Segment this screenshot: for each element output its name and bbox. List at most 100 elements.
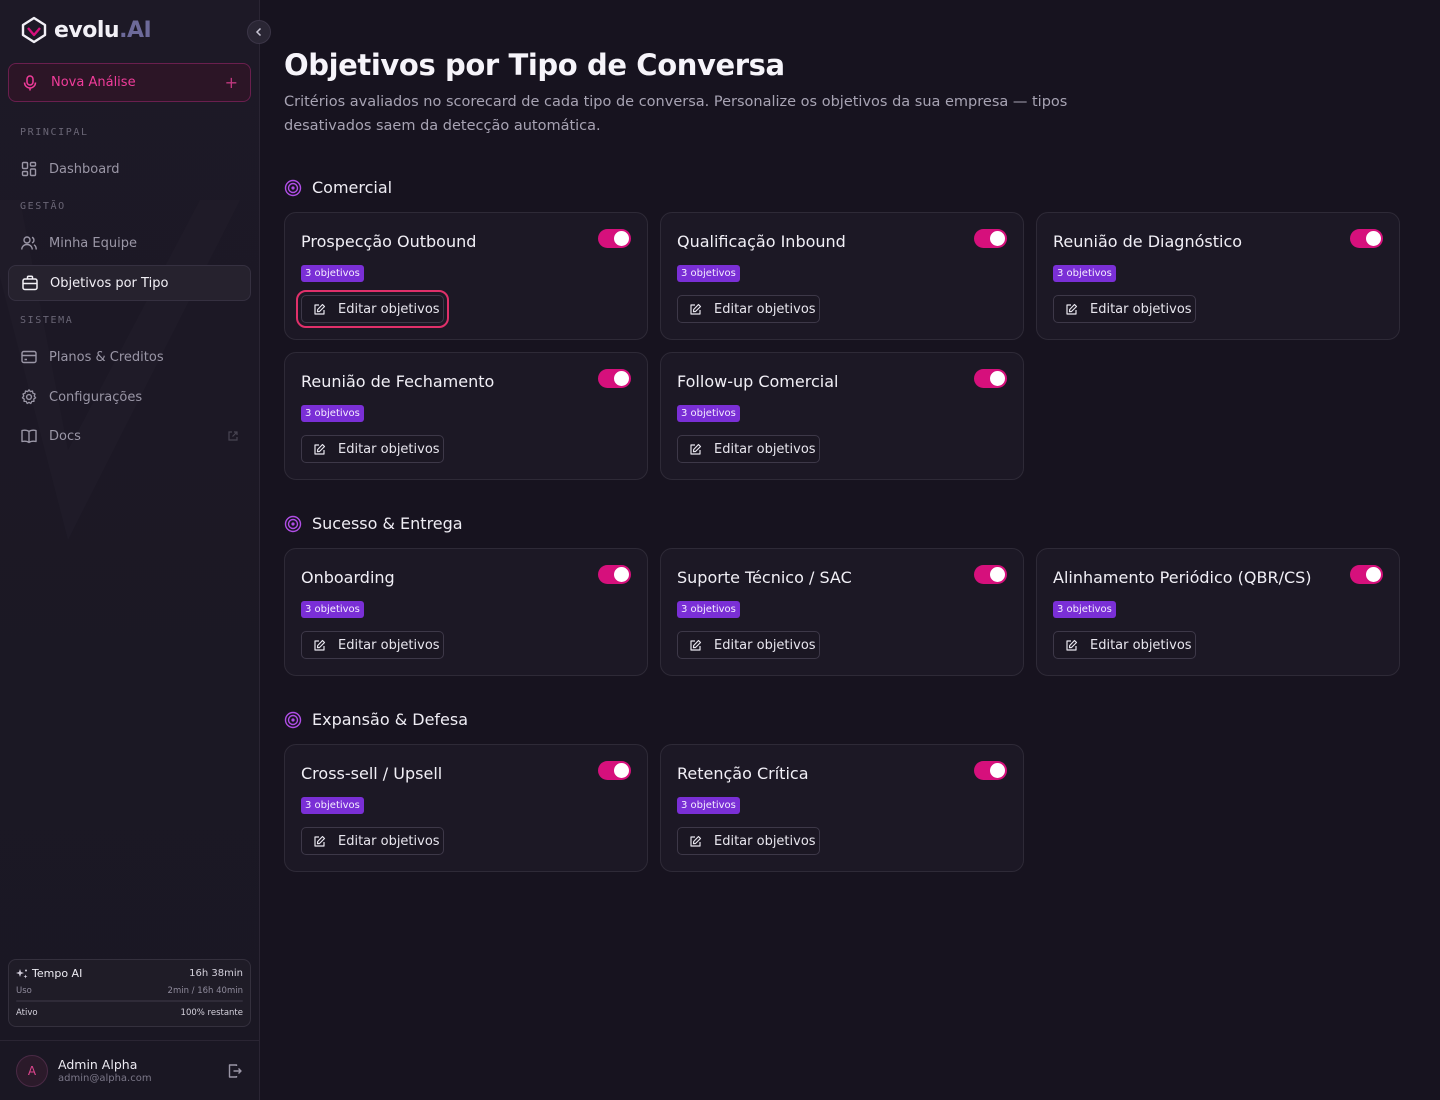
sidebar-item-minha-equipe[interactable]: Minha Equipe	[8, 225, 251, 261]
plus-icon: +	[224, 73, 238, 92]
credit-card-icon	[21, 350, 37, 364]
new-analysis-button[interactable]: Nova Análise +	[8, 63, 251, 102]
enable-toggle[interactable]	[974, 369, 1007, 388]
card-title: Reunião de Diagnóstico	[1053, 232, 1243, 251]
tempo-ativo-label: Ativo	[16, 1008, 38, 1018]
sidebar-item-label: Configurações	[49, 389, 143, 405]
group-title-expansao-defesa: Expansão & Defesa	[284, 710, 468, 729]
sidebar-item-configuracoes[interactable]: Configurações	[8, 379, 251, 415]
section-label-principal: PRINCIPAL	[20, 127, 89, 138]
sidebar-item-dashboard[interactable]: Dashboard	[8, 151, 251, 187]
page-title: Objetivos por Tipo de Conversa	[284, 48, 785, 82]
sidebar-item-label: Minha Equipe	[49, 235, 137, 251]
enable-toggle[interactable]	[598, 761, 631, 780]
enable-toggle[interactable]	[1350, 229, 1383, 248]
edit-objectives-button[interactable]: Editar objetivos	[301, 435, 444, 463]
edit-objectives-button[interactable]: Editar objetivos	[296, 290, 449, 328]
sidebar-item-objetivos-por-tipo[interactable]: Objetivos por Tipo	[8, 265, 251, 301]
brand-name: evolu.AI	[54, 17, 152, 43]
edit-objectives-button[interactable]: Editar objetivos	[677, 295, 820, 323]
book-icon	[21, 429, 37, 444]
card-title: Cross-sell / Upsell	[301, 764, 443, 783]
tempo-usage-bar	[16, 1000, 243, 1002]
edit-objectives-button[interactable]: Editar objetivos	[1053, 631, 1196, 659]
sidebar-item-label: Docs	[49, 428, 81, 444]
tempo-ai-total: 16h 38min	[189, 968, 243, 979]
edit-objectives-button[interactable]: Editar objetivos	[677, 631, 820, 659]
edit-icon	[690, 303, 702, 315]
objectives-count-badge: 3 objetivos	[677, 265, 740, 282]
group-title-comercial: Comercial	[284, 178, 392, 197]
sidebar-item-label: Dashboard	[49, 161, 120, 177]
edit-objectives-button[interactable]: Editar objetivos	[1053, 295, 1196, 323]
dashboard-icon	[21, 161, 37, 177]
conversation-type-card: Retenção Crítica 3 objetivos Editar obje…	[660, 744, 1024, 872]
edit-objectives-label: Editar objetivos	[338, 637, 440, 653]
conversation-type-card: Alinhamento Periódico (QBR/CS) 3 objetiv…	[1036, 548, 1400, 676]
enable-toggle[interactable]	[598, 229, 631, 248]
group-title-sucesso-entrega: Sucesso & Entrega	[284, 514, 463, 533]
microphone-icon	[23, 74, 37, 90]
gear-icon	[21, 389, 37, 405]
sidebar-item-planos-creditos[interactable]: Planos & Creditos	[8, 339, 251, 375]
edit-icon	[314, 639, 326, 651]
enable-toggle[interactable]	[974, 565, 1007, 584]
enable-toggle[interactable]	[1350, 565, 1383, 584]
edit-icon	[1066, 303, 1078, 315]
edit-icon	[690, 835, 702, 847]
section-label-sistema: SISTEMA	[20, 315, 74, 326]
conversation-type-card: Reunião de Fechamento 3 objetivos Editar…	[284, 352, 648, 480]
sidebar: evolu.AI Nova Análise + PRINCIPAL Dashbo…	[0, 0, 260, 1100]
tempo-ai-card: Tempo AI 16h 38min Uso 2min / 16h 40min …	[8, 959, 251, 1027]
edit-objectives-label: Editar objetivos	[1090, 301, 1192, 317]
edit-objectives-label: Editar objetivos	[714, 441, 816, 457]
edit-objectives-button[interactable]: Editar objetivos	[677, 827, 820, 855]
edit-objectives-button[interactable]: Editar objetivos	[301, 631, 444, 659]
enable-toggle[interactable]	[598, 565, 631, 584]
conversation-type-card: Follow-up Comercial 3 objetivos Editar o…	[660, 352, 1024, 480]
edit-objectives-label: Editar objetivos	[338, 833, 440, 849]
brand-logo[interactable]: evolu.AI	[20, 16, 152, 44]
edit-objectives-label: Editar objetivos	[1090, 637, 1192, 653]
conversation-type-card: Reunião de Diagnóstico 3 objetivos Edita…	[1036, 212, 1400, 340]
target-icon	[284, 179, 302, 196]
edit-objectives-button[interactable]: Editar objetivos	[677, 435, 820, 463]
conversation-type-card: Onboarding 3 objetivos Editar objetivos	[284, 548, 648, 676]
conversation-type-card: Prospecção Outbound 3 objetivos Editar o…	[284, 212, 648, 340]
edit-icon	[690, 639, 702, 651]
objectives-count-badge: 3 objetivos	[301, 405, 364, 422]
card-title: Alinhamento Periódico (QBR/CS)	[1053, 568, 1312, 587]
edit-icon	[690, 443, 702, 455]
tempo-ai-title: Tempo AI	[32, 967, 83, 980]
conversation-type-card: Cross-sell / Upsell 3 objetivos Editar o…	[284, 744, 648, 872]
user-email: admin@alpha.com	[58, 1073, 152, 1084]
logout-icon[interactable]	[227, 1063, 243, 1079]
enable-toggle[interactable]	[974, 229, 1007, 248]
objectives-count-badge: 3 objetivos	[301, 265, 364, 282]
avatar[interactable]: A	[16, 1054, 48, 1087]
target-icon	[284, 711, 302, 728]
group-title-label: Comercial	[312, 178, 393, 197]
sidebar-collapse-button[interactable]	[247, 20, 271, 44]
objectives-count-badge: 3 objetivos	[677, 797, 740, 814]
card-title: Prospecção Outbound	[301, 232, 477, 251]
target-icon	[284, 515, 302, 532]
enable-toggle[interactable]	[974, 761, 1007, 780]
tempo-uso-value: 2min / 16h 40min	[167, 986, 243, 996]
edit-objectives-label: Editar objetivos	[714, 833, 816, 849]
objectives-count-badge: 3 objetivos	[301, 797, 364, 814]
user-name: Admin Alpha	[58, 1057, 138, 1072]
enable-toggle[interactable]	[598, 369, 631, 388]
sidebar-item-docs[interactable]: Docs	[8, 418, 251, 454]
edit-objectives-label: Editar objetivos	[338, 441, 440, 457]
group-title-label: Sucesso & Entrega	[312, 514, 463, 533]
page-description: Critérios avaliados no scorecard de cada…	[284, 94, 1068, 134]
logo-mark-icon	[21, 16, 47, 44]
card-title: Suporte Técnico / SAC	[677, 568, 852, 587]
card-title: Onboarding	[301, 568, 395, 587]
edit-objectives-label: Editar objetivos	[714, 637, 816, 653]
edit-objectives-button[interactable]: Editar objetivos	[301, 827, 444, 855]
card-title: Follow-up Comercial	[677, 372, 839, 391]
objectives-count-badge: 3 objetivos	[301, 601, 364, 618]
edit-objectives-label: Editar objetivos	[338, 301, 440, 317]
